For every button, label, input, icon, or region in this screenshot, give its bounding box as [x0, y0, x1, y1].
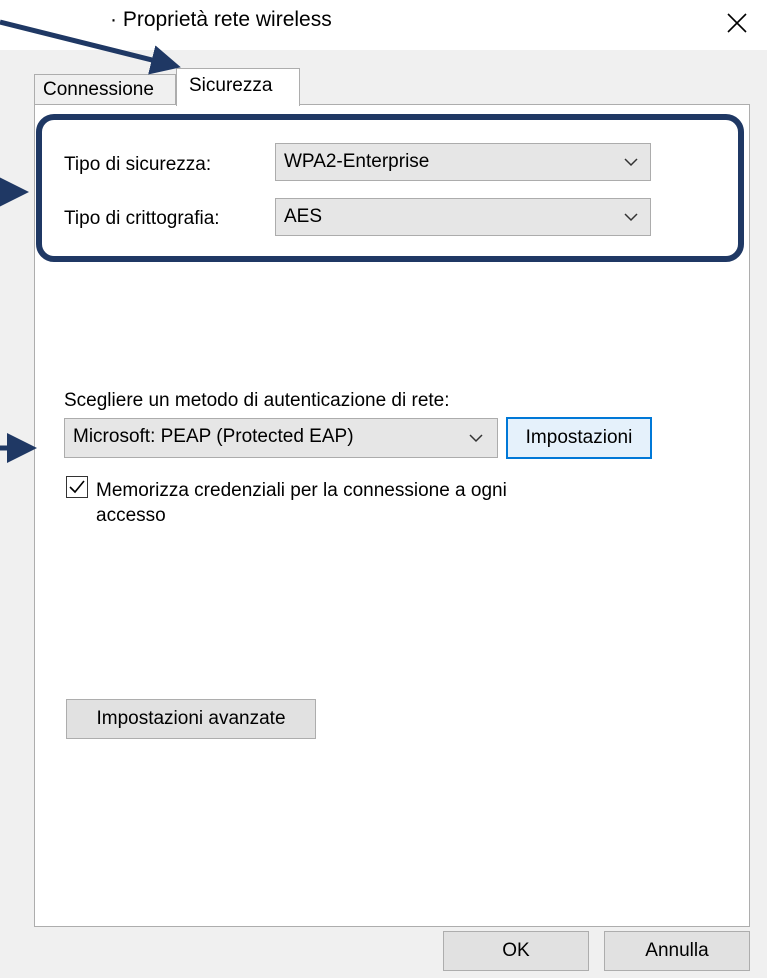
checkmark-icon	[69, 480, 85, 494]
window-title: · Proprietà rete wireless	[110, 8, 332, 31]
tab-connessione[interactable]: Connessione	[34, 74, 176, 105]
close-icon	[727, 13, 747, 33]
title-bar: · Proprietà rete wireless	[0, 0, 767, 50]
encryption-type-value: AES	[284, 206, 323, 227]
security-type-dropdown[interactable]: WPA2-Enterprise	[275, 143, 651, 181]
security-type-label: Tipo di sicurezza:	[64, 154, 212, 175]
security-type-value: WPA2-Enterprise	[284, 151, 430, 172]
chevron-down-icon	[624, 158, 638, 167]
close-button[interactable]	[715, 4, 759, 42]
encryption-type-label: Tipo di crittografia:	[64, 208, 220, 229]
ok-button[interactable]: OK	[443, 931, 589, 971]
auth-method-value: Microsoft: PEAP (Protected EAP)	[73, 426, 354, 447]
chevron-down-icon	[624, 213, 638, 222]
tab-sicurezza[interactable]: Sicurezza	[176, 68, 300, 106]
wireless-properties-dialog: · Proprietà rete wireless Connessione Si…	[0, 0, 767, 978]
cancel-button[interactable]: Annulla	[604, 931, 750, 971]
chevron-down-icon	[469, 434, 483, 443]
encryption-type-dropdown[interactable]: AES	[275, 198, 651, 236]
auth-method-dropdown[interactable]: Microsoft: PEAP (Protected EAP)	[64, 418, 498, 458]
remember-credentials-checkbox[interactable]	[66, 476, 88, 498]
auth-settings-button[interactable]: Impostazioni	[506, 417, 652, 459]
remember-credentials-label: Memorizza credenziali per la connessione…	[96, 480, 507, 526]
advanced-settings-button[interactable]: Impostazioni avanzate	[66, 699, 316, 739]
auth-method-label: Scegliere un metodo di autenticazione di…	[64, 390, 450, 411]
